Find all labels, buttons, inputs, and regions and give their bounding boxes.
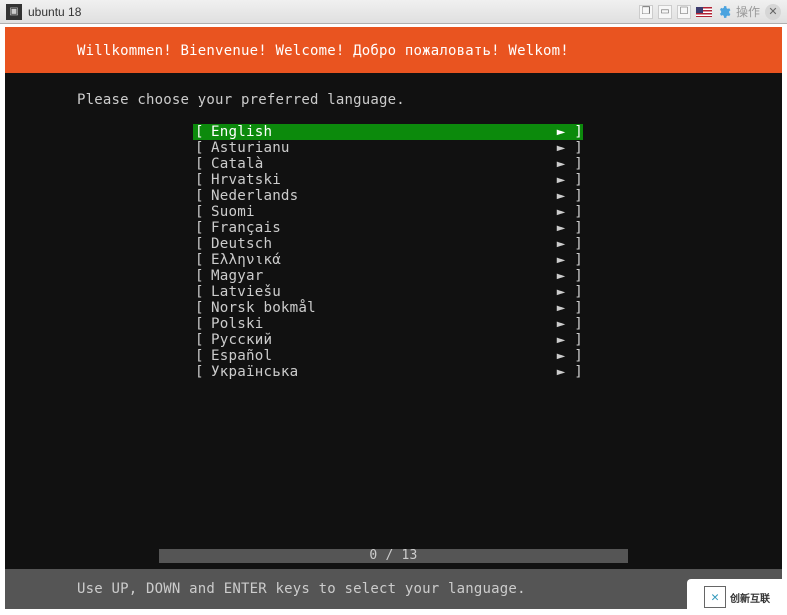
language-option[interactable]: [ Ελληνικά► ] [193, 252, 583, 268]
language-option[interactable]: [ Русский► ] [193, 332, 583, 348]
language-option[interactable]: [ Deutsch► ] [193, 236, 583, 252]
flag-icon[interactable] [696, 7, 712, 17]
titlebar-controls: ❐ ▭ ☐ 操作 ✕ [639, 3, 781, 20]
language-option[interactable]: [ Suomi► ] [193, 204, 583, 220]
bracket-open: [ [193, 284, 211, 300]
bracket-open: [ [193, 172, 211, 188]
language-option[interactable]: [ Asturianu► ] [193, 140, 583, 156]
language-name: Norsk bokmål [211, 300, 555, 316]
language-name: Latviešu [211, 284, 555, 300]
language-name: Français [211, 220, 555, 236]
bracket-open: [ [193, 124, 211, 140]
bracket-open: [ [193, 300, 211, 316]
chevron-right-icon: ► ] [555, 124, 583, 140]
chevron-right-icon: ► ] [555, 300, 583, 316]
bracket-open: [ [193, 252, 211, 268]
language-name: Українська [211, 364, 555, 380]
progress-text: 0 / 13 [159, 549, 628, 563]
language-option[interactable]: [ Magyar► ] [193, 268, 583, 284]
chevron-right-icon: ► ] [555, 156, 583, 172]
language-name: Magyar [211, 268, 555, 284]
language-option[interactable]: [ English► ] [193, 124, 583, 140]
ops-label[interactable]: 操作 [736, 3, 760, 20]
bracket-open: [ [193, 332, 211, 348]
bracket-open: [ [193, 204, 211, 220]
watermark-text: 创新互联 [730, 590, 770, 605]
language-name: Deutsch [211, 236, 555, 252]
bracket-open: [ [193, 220, 211, 236]
chevron-right-icon: ► ] [555, 284, 583, 300]
language-name: Русский [211, 332, 555, 348]
bracket-open: [ [193, 188, 211, 204]
language-option[interactable]: [ Polski► ] [193, 316, 583, 332]
gear-icon[interactable] [717, 5, 731, 19]
screen-icon[interactable]: ❐ [639, 5, 653, 19]
watermark-logo-icon: ✕ [704, 586, 726, 608]
language-name: English [211, 124, 555, 140]
chevron-right-icon: ► ] [555, 172, 583, 188]
language-name: Català [211, 156, 555, 172]
welcome-header: Willkommen! Bienvenue! Welcome! Добро по… [5, 27, 782, 73]
language-name: Suomi [211, 204, 555, 220]
installer-screen: Willkommen! Bienvenue! Welcome! Добро по… [5, 27, 782, 609]
watermark: ✕ 创新互联 [687, 579, 787, 615]
vm-icon: ▣ [6, 4, 22, 20]
language-list[interactable]: [ English► ][ Asturianu► ][ Català► ][ H… [193, 124, 583, 380]
bracket-open: [ [193, 156, 211, 172]
bracket-open: [ [193, 364, 211, 380]
chevron-right-icon: ► ] [555, 268, 583, 284]
chevron-right-icon: ► ] [555, 220, 583, 236]
language-option[interactable]: [ Latviešu► ] [193, 284, 583, 300]
chevron-right-icon: ► ] [555, 316, 583, 332]
vm-content: Willkommen! Bienvenue! Welcome! Добро по… [0, 24, 787, 615]
language-name: Nederlands [211, 188, 555, 204]
language-name: Español [211, 348, 555, 364]
footer-hint: Use UP, DOWN and ENTER keys to select yo… [5, 569, 782, 609]
language-name: Hrvatski [211, 172, 555, 188]
vm-title: ubuntu 18 [28, 5, 81, 19]
chevron-right-icon: ► ] [555, 140, 583, 156]
chevron-right-icon: ► ] [555, 188, 583, 204]
tablet-icon[interactable]: ▭ [658, 5, 672, 19]
bracket-open: [ [193, 236, 211, 252]
chevron-right-icon: ► ] [555, 204, 583, 220]
bracket-open: [ [193, 140, 211, 156]
bracket-open: [ [193, 348, 211, 364]
device-icon[interactable]: ☐ [677, 5, 691, 19]
chevron-right-icon: ► ] [555, 332, 583, 348]
language-option[interactable]: [ Català► ] [193, 156, 583, 172]
chevron-right-icon: ► ] [555, 252, 583, 268]
bracket-open: [ [193, 268, 211, 284]
chevron-right-icon: ► ] [555, 236, 583, 252]
language-option[interactable]: [ Nederlands► ] [193, 188, 583, 204]
chevron-right-icon: ► ] [555, 348, 583, 364]
language-option[interactable]: [ Українська► ] [193, 364, 583, 380]
bracket-open: [ [193, 316, 211, 332]
language-option[interactable]: [ Norsk bokmål► ] [193, 300, 583, 316]
language-name: Polski [211, 316, 555, 332]
language-option[interactable]: [ Français► ] [193, 220, 583, 236]
language-option[interactable]: [ Español► ] [193, 348, 583, 364]
progress-bar: 0 / 13 [5, 549, 782, 563]
language-name: Ελληνικά [211, 252, 555, 268]
close-icon[interactable]: ✕ [765, 4, 781, 20]
language-name: Asturianu [211, 140, 555, 156]
prompt-text: Please choose your preferred language. [5, 73, 782, 124]
language-option[interactable]: [ Hrvatski► ] [193, 172, 583, 188]
chevron-right-icon: ► ] [555, 364, 583, 380]
vm-titlebar: ▣ ubuntu 18 ❐ ▭ ☐ 操作 ✕ [0, 0, 787, 24]
